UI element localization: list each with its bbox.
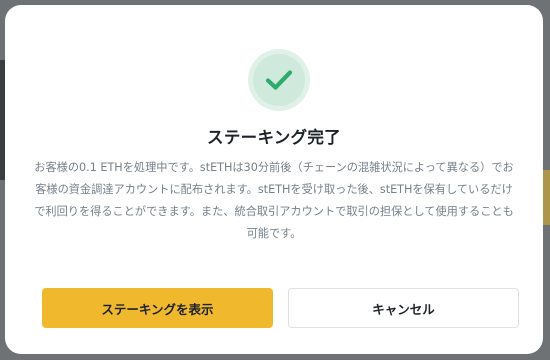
dialog-title: ステーキング完了	[207, 128, 341, 147]
view-staking-button[interactable]: ステーキングを表示	[42, 288, 273, 328]
check-icon	[265, 70, 293, 90]
modal-overlay: ステーキング完了 お客様の0.1 ETHを処理中です。stETHは30分前後（チ…	[0, 0, 550, 360]
success-badge	[248, 49, 310, 111]
dialog-message: お客様の0.1 ETHを処理中です。stETHは30分前後（チェーンの混雑状況に…	[34, 161, 514, 240]
staking-complete-dialog: ステーキング完了 お客様の0.1 ETHを処理中です。stETHは30分前後（チ…	[5, 5, 543, 354]
success-badge-inner	[253, 54, 305, 106]
background-page-fragment	[542, 170, 550, 225]
cancel-button[interactable]: キャンセル	[288, 288, 519, 328]
